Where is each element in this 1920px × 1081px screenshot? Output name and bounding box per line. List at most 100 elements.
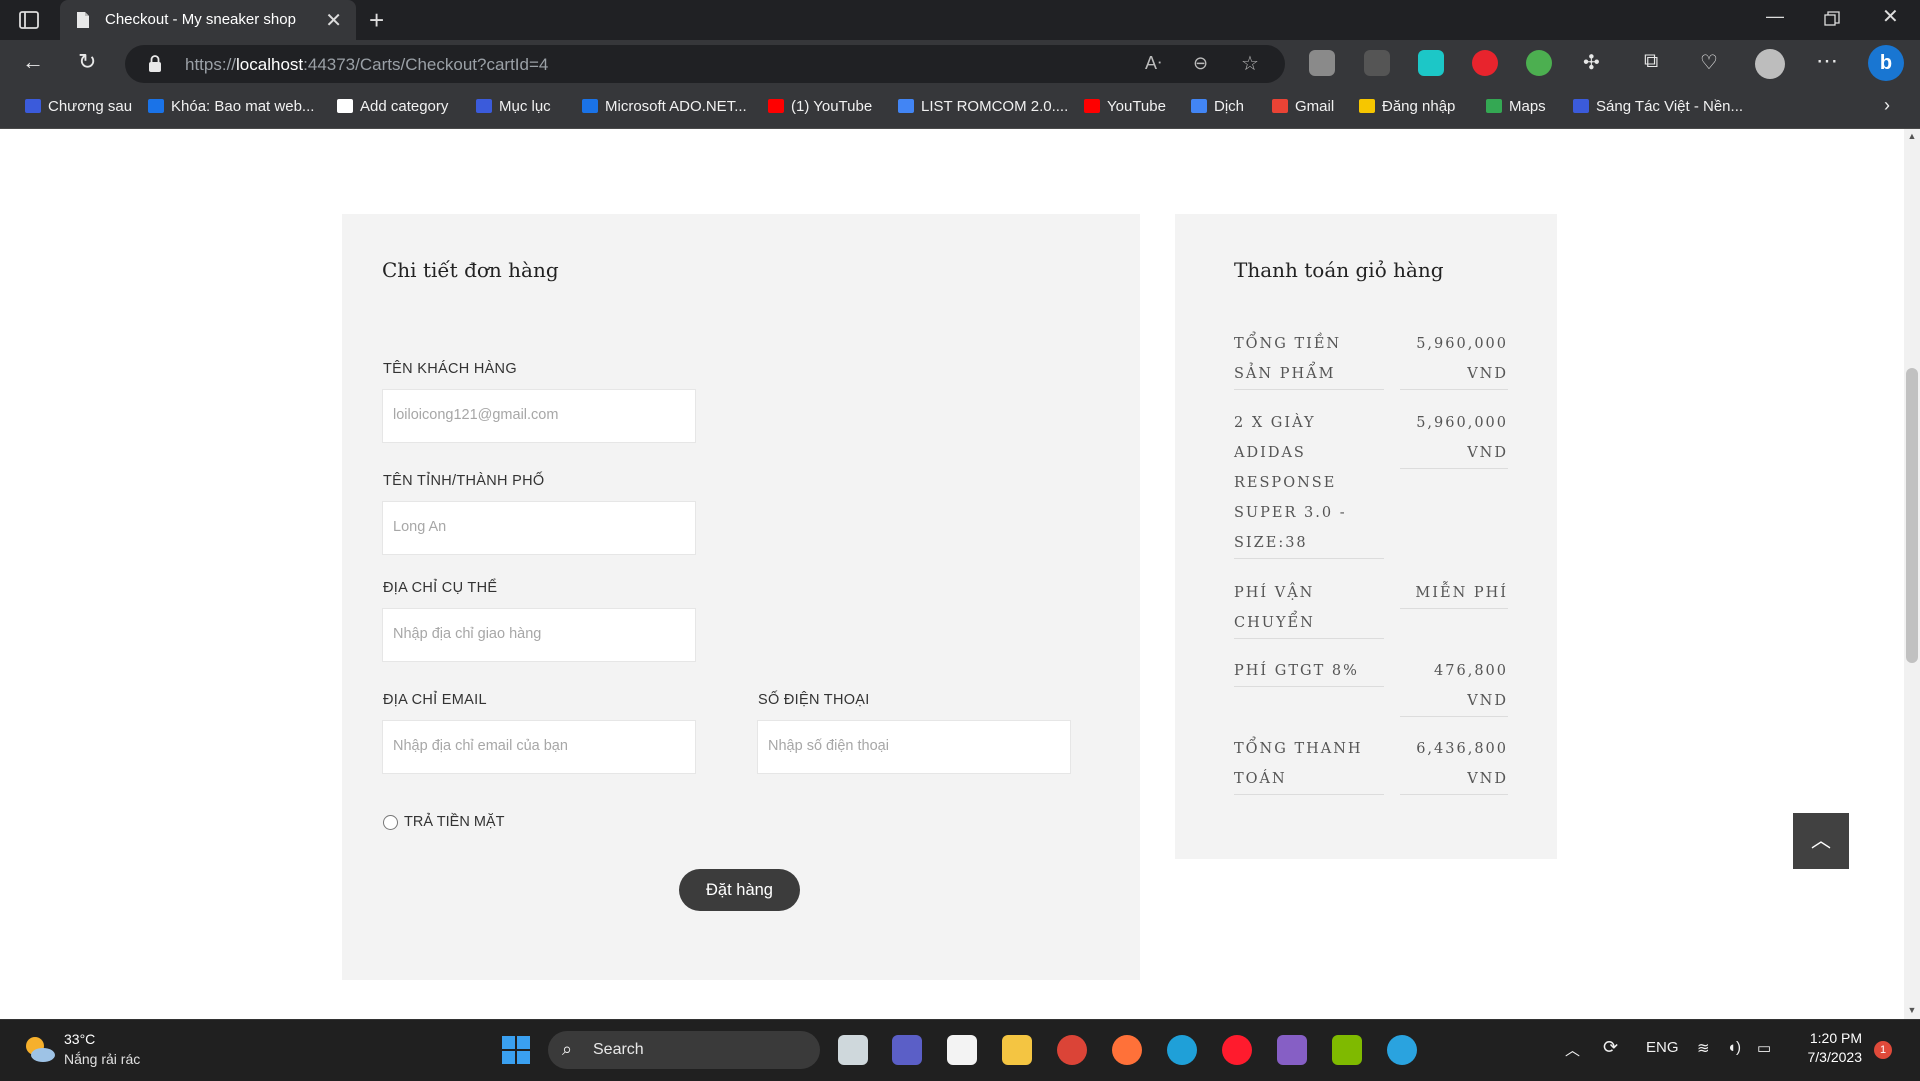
bookmark-label: Đăng nhập	[1382, 98, 1456, 115]
summary-value-line: VND	[1467, 445, 1508, 461]
summary-label-line: RESPONSE	[1234, 475, 1337, 491]
refresh-icon[interactable]: ↻	[78, 49, 96, 75]
search-label: Search	[593, 1041, 644, 1058]
extension-icon[interactable]	[1364, 50, 1390, 76]
summary-label-line: TOÁN	[1234, 771, 1287, 787]
scroll-down-icon[interactable]: ▼	[1906, 1005, 1918, 1015]
bookmark-item[interactable]: Đăng nhập	[1359, 98, 1455, 115]
url-text: https://localhost:44373/Carts/Checkout?c…	[185, 55, 549, 74]
phone-input[interactable]: Nhập số điện thoại	[757, 720, 1071, 774]
bookmark-item[interactable]: Sáng Tác Việt - Nền...	[1573, 98, 1743, 115]
bookmark-label: YouTube	[1107, 98, 1166, 115]
bookmark-item[interactable]: Chương sau	[25, 98, 132, 115]
summary-value-line: VND	[1467, 693, 1508, 709]
volume-icon[interactable]: ◖)	[1727, 1039, 1741, 1056]
wifi-icon[interactable]: ≋	[1697, 1039, 1710, 1057]
minimize-icon[interactable]: —	[1766, 6, 1784, 27]
bookmark-label: Khóa: Bao mat web...	[171, 98, 315, 115]
windows-start-icon[interactable]	[500, 1034, 532, 1066]
edge-icon[interactable]	[1167, 1035, 1197, 1065]
back-icon[interactable]: ←	[22, 49, 44, 75]
address-input[interactable]: Nhập địa chỉ giao hàng	[382, 608, 696, 662]
collections-icon[interactable]: ⧉	[1644, 50, 1658, 73]
bing-chat-icon[interactable]: b	[1868, 45, 1904, 81]
battery-icon[interactable]: ▭	[1757, 1039, 1771, 1057]
more-options-icon[interactable]: ⋯	[1816, 48, 1838, 74]
firefox-icon[interactable]	[1112, 1035, 1142, 1065]
zoom-icon[interactable]: ⊖	[1193, 53, 1208, 74]
document-icon	[337, 99, 353, 113]
active-tab[interactable]: Checkout - My sneaker shop ✕	[60, 0, 356, 40]
tab-close-icon[interactable]: ✕	[325, 8, 342, 33]
visual-studio-icon[interactable]	[1277, 1035, 1307, 1065]
back-to-top-button[interactable]: ︿	[1793, 813, 1849, 869]
customer-name-input[interactable]: loiloicong121@gmail.com	[382, 389, 696, 443]
file-explorer-icon[interactable]	[1002, 1035, 1032, 1065]
weather-partly-sunny-icon[interactable]	[22, 1033, 56, 1065]
scrollbar-thumb[interactable]	[1906, 368, 1918, 663]
telegram-icon[interactable]	[1387, 1035, 1417, 1065]
cash-payment-radio[interactable]	[383, 815, 398, 830]
bookmark-item[interactable]: Gmail	[1272, 98, 1334, 115]
customer-name-placeholder: loiloicong121@gmail.com	[393, 407, 559, 423]
summary-row-value: 5,960,000 VND	[1400, 408, 1508, 469]
n-icon	[1359, 99, 1375, 113]
bookmark-item[interactable]: Add category	[337, 98, 448, 115]
app-icon[interactable]	[1332, 1035, 1362, 1065]
summary-row-label: PHÍ VẬN CHUYỂN	[1234, 578, 1384, 639]
tab-actions-icon[interactable]	[18, 9, 40, 31]
task-view-icon[interactable]	[838, 1035, 868, 1065]
clock[interactable]: 1:20 PM 7/3/2023	[1796, 1030, 1863, 1065]
language-indicator[interactable]: ENG	[1646, 1039, 1679, 1056]
phone-placeholder: Nhập số điện thoại	[768, 738, 889, 754]
sync-icon[interactable]: ⟳	[1603, 1037, 1618, 1058]
email-input[interactable]: Nhập địa chỉ email của bạn	[382, 720, 696, 774]
bookmark-item[interactable]: Dịch	[1191, 98, 1244, 115]
summary-label-line: PHÍ GTGT 8%	[1234, 663, 1359, 679]
notification-badge[interactable]: 1	[1874, 1041, 1892, 1059]
chevron-up-icon[interactable]: ︿	[1565, 1039, 1580, 1060]
extension-icon[interactable]	[1418, 50, 1444, 76]
taskbar-search[interactable]: ⌕ Search	[548, 1031, 820, 1069]
performance-icon[interactable]: ♡	[1700, 50, 1718, 75]
bookmark-label: Sáng Tác Việt - Nền...	[1596, 98, 1744, 115]
clock-date: 7/3/2023	[1807, 1049, 1863, 1065]
extension-icon[interactable]	[1526, 50, 1552, 76]
summary-label-line: PHÍ VẬN	[1234, 585, 1315, 601]
teams-chat-icon[interactable]	[892, 1035, 922, 1065]
favorite-star-icon[interactable]: ☆	[1241, 51, 1259, 76]
summary-value-line: 5,960,000	[1416, 336, 1508, 352]
bookmark-item[interactable]: Microsoft ADO.NET...	[582, 98, 747, 115]
bookmark-item[interactable]: Khóa: Bao mat web...	[148, 98, 314, 115]
docs-icon	[898, 99, 914, 113]
bookmark-item[interactable]: LIST ROMCOM 2.0....	[898, 98, 1068, 115]
read-aloud-icon[interactable]: Aᐧ	[1145, 53, 1162, 74]
city-input[interactable]: Long An	[382, 501, 696, 555]
bookmark-item[interactable]: Mục lục	[476, 98, 551, 115]
new-tab-icon[interactable]: +	[369, 5, 384, 36]
bookmark-item[interactable]: Maps	[1486, 98, 1546, 115]
bookmark-item[interactable]: YouTube	[1084, 98, 1166, 115]
address-label: ĐỊA CHỈ CỤ THỂ	[383, 580, 498, 596]
lock-icon[interactable]	[147, 54, 163, 74]
bookmark-label: Add category	[360, 98, 449, 115]
adblock-icon[interactable]	[1472, 50, 1498, 76]
chrome-icon[interactable]	[1057, 1035, 1087, 1065]
bookmark-item[interactable]: (1) YouTube	[768, 98, 872, 115]
bookmarks-overflow-icon[interactable]: ›	[1884, 95, 1890, 116]
extensions-puzzle-icon[interactable]: ✣	[1583, 50, 1600, 75]
scroll-up-icon[interactable]: ▲	[1906, 131, 1918, 141]
profile-avatar[interactable]	[1755, 49, 1785, 79]
email-placeholder: Nhập địa chỉ email của bạn	[393, 738, 568, 754]
summary-value-line: MIỄN PHÍ	[1415, 585, 1508, 601]
restore-icon[interactable]	[1824, 11, 1840, 27]
extension-icon[interactable]	[1309, 50, 1335, 76]
microsoft-store-icon[interactable]	[947, 1035, 977, 1065]
gmail-icon	[1272, 99, 1288, 113]
address-bar[interactable]: https://localhost:44373/Carts/Checkout?c…	[125, 45, 1285, 83]
weather-description: Nắng rải rác	[64, 1051, 141, 1067]
window-close-icon[interactable]: ✕	[1882, 4, 1899, 29]
youtube-icon	[768, 99, 784, 113]
place-order-button[interactable]: Đặt hàng	[679, 869, 800, 911]
opera-icon[interactable]	[1222, 1035, 1252, 1065]
